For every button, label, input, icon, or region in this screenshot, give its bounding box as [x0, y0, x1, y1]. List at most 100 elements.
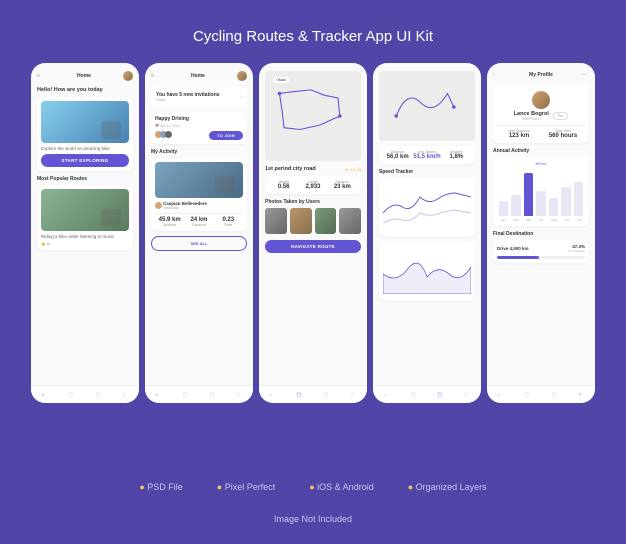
map-icon[interactable]: ▢	[297, 392, 303, 398]
feature-item: Organized Layers	[408, 482, 487, 492]
screen-profile: ‹ My Profile ⋯ Lance Bogrol Edit Profile…	[487, 63, 595, 403]
screen-tracker: Distance56,0 km Avg. Speed51,5 km/h Grad…	[373, 63, 481, 403]
bar	[574, 182, 583, 216]
speed-chart	[379, 178, 475, 237]
attendee-avatars	[155, 131, 170, 140]
tab-bar: ⌂ ▢ ▢ ○	[259, 385, 367, 403]
feature-item: iOS & Android	[309, 482, 373, 492]
stat-value: 56,0 km	[383, 154, 412, 160]
menu-icon[interactable]: ≡	[37, 72, 45, 80]
calendar-icon[interactable]: ▢	[324, 392, 330, 398]
route-map[interactable]: ‹ Back	[265, 71, 361, 161]
tracker-map[interactable]	[379, 71, 475, 141]
bar	[561, 187, 570, 216]
tab-bar: ⌂ ▢ ▢ ○	[373, 385, 481, 403]
user-avatar	[155, 202, 162, 209]
route-card[interactable]: Riding a bike while listening to music 👍…	[37, 185, 133, 250]
annual-chart: 89 km JanFebMarAprMayJunJul	[493, 157, 589, 226]
stat-value: 0.56	[269, 184, 298, 190]
bar	[536, 191, 545, 216]
profile-icon[interactable]: ○	[351, 392, 357, 398]
home-icon[interactable]: ⌂	[498, 392, 504, 398]
back-button[interactable]: ‹ Back	[273, 77, 289, 83]
event-date: Apr 21, 2021	[160, 124, 180, 128]
map-icon[interactable]: ▢	[411, 392, 417, 398]
home-icon[interactable]: ⌂	[270, 392, 276, 398]
tracker-stats-card: Distance56,0 km Avg. Speed51,5 km/h Grad…	[379, 146, 475, 164]
invitations-card[interactable]: You have 5 new invitations Today ›	[151, 87, 247, 107]
phone-row: ≡ Home Hello! How are you today Explore …	[0, 63, 626, 403]
destination-card: Drive 4,500 km 47.3% On Progress	[493, 240, 589, 263]
calendar-icon[interactable]: ▢	[96, 392, 102, 398]
home-icon[interactable]: ⌂	[42, 392, 48, 398]
invite-subtitle: Today	[156, 98, 220, 102]
activity-card[interactable]: Caspian Bellevedere Yesterday 45.9 kmDis…	[151, 158, 247, 231]
lower-chart	[379, 242, 475, 301]
calendar-icon[interactable]: ▢	[438, 392, 444, 398]
navigate-route-button[interactable]: NAVIGATE ROUTE	[265, 240, 361, 253]
invite-title: You have 5 new invitations	[156, 92, 220, 98]
chevron-right-icon: ›	[240, 94, 242, 100]
back-icon[interactable]: ‹	[493, 71, 501, 79]
settings-icon[interactable]: ⋯	[581, 72, 589, 78]
calendar-icon[interactable]: ▢	[210, 392, 216, 398]
section-label: Most Popular Routes	[37, 176, 133, 182]
card-caption: Explore the world on amazing bike	[41, 146, 129, 151]
kit-title: Cycling Routes & Tracker App UI Kit	[0, 0, 626, 63]
profile-icon[interactable]: ○	[237, 392, 243, 398]
stat-label: Distance	[155, 223, 184, 227]
map-icon[interactable]: ▢	[69, 392, 75, 398]
calendar-icon[interactable]: ▢	[552, 392, 558, 398]
tab-bar: ⌂ ▢ ▢ ○	[145, 385, 253, 403]
stat-value: 23 km	[328, 184, 357, 190]
start-exploring-button[interactable]: START EXPLORING	[41, 154, 129, 167]
home-icon[interactable]: ⌂	[156, 392, 162, 398]
activity-time: Yesterday	[163, 206, 243, 210]
join-button[interactable]: TO JOIN	[209, 131, 243, 140]
user-photo[interactable]	[290, 208, 312, 234]
section-label: Annual Activity	[493, 148, 589, 154]
map-icon[interactable]: ▢	[525, 392, 531, 398]
profile-icon[interactable]: ○	[579, 392, 585, 398]
bar	[499, 201, 508, 216]
chart-label: Speed Tracker	[379, 169, 475, 175]
avatar[interactable]	[123, 71, 133, 81]
profile-avatar[interactable]	[532, 91, 550, 109]
stat-value: 123 km	[497, 133, 541, 139]
stat-value: 2,933	[298, 184, 327, 190]
explore-card[interactable]: Explore the world on amazing bike START …	[37, 97, 133, 171]
map-icon[interactable]: ▢	[183, 392, 189, 398]
feature-item: Pixel Perfect	[217, 482, 275, 492]
user-photo[interactable]	[315, 208, 337, 234]
card-image	[41, 189, 129, 231]
page-title: My Profile	[501, 72, 581, 78]
tab-bar: ⌂ ▢ ▢ ○	[31, 385, 139, 403]
profile-card: Lance Bogrol Edit Profile Pro Max Distan…	[493, 85, 589, 143]
progress-bar	[497, 256, 585, 259]
stat-value: 51,5 km/h	[412, 154, 441, 160]
photos-row	[265, 208, 361, 234]
edit-profile-link[interactable]: Edit Profile	[514, 117, 549, 121]
rating: ★ 4.5 (4)	[345, 167, 361, 172]
profile-icon[interactable]: ○	[123, 392, 129, 398]
stat-value: 560 hours	[541, 133, 585, 139]
stat-label: Timer	[214, 223, 243, 227]
avatar[interactable]	[237, 71, 247, 81]
event-card[interactable]: Happy Driving 📅 Apr 21, 2021 TO JOIN	[151, 112, 247, 144]
screen-home-explore: ≡ Home Hello! How are you today Explore …	[31, 63, 139, 403]
see-all-button[interactable]: SEE ALL	[151, 236, 247, 251]
route-stats-card: Height0.56 Length2,933 Distance23 km	[265, 176, 361, 194]
card-image	[41, 101, 129, 143]
greeting-text: Hello! How are you today	[37, 87, 133, 93]
stat-value: 1,8%	[442, 154, 471, 160]
feature-item: PSD File	[139, 482, 182, 492]
user-photo[interactable]	[265, 208, 287, 234]
profile-icon[interactable]: ○	[465, 392, 471, 398]
menu-icon[interactable]: ≡	[151, 72, 159, 80]
event-title: Happy Driving	[155, 116, 243, 122]
user-photo[interactable]	[339, 208, 361, 234]
likes-count: 👍 10	[41, 242, 129, 246]
home-icon[interactable]: ⌂	[384, 392, 390, 398]
section-label: Final Destination	[493, 231, 589, 237]
tab-bar: ⌂ ▢ ▢ ○	[487, 385, 595, 403]
